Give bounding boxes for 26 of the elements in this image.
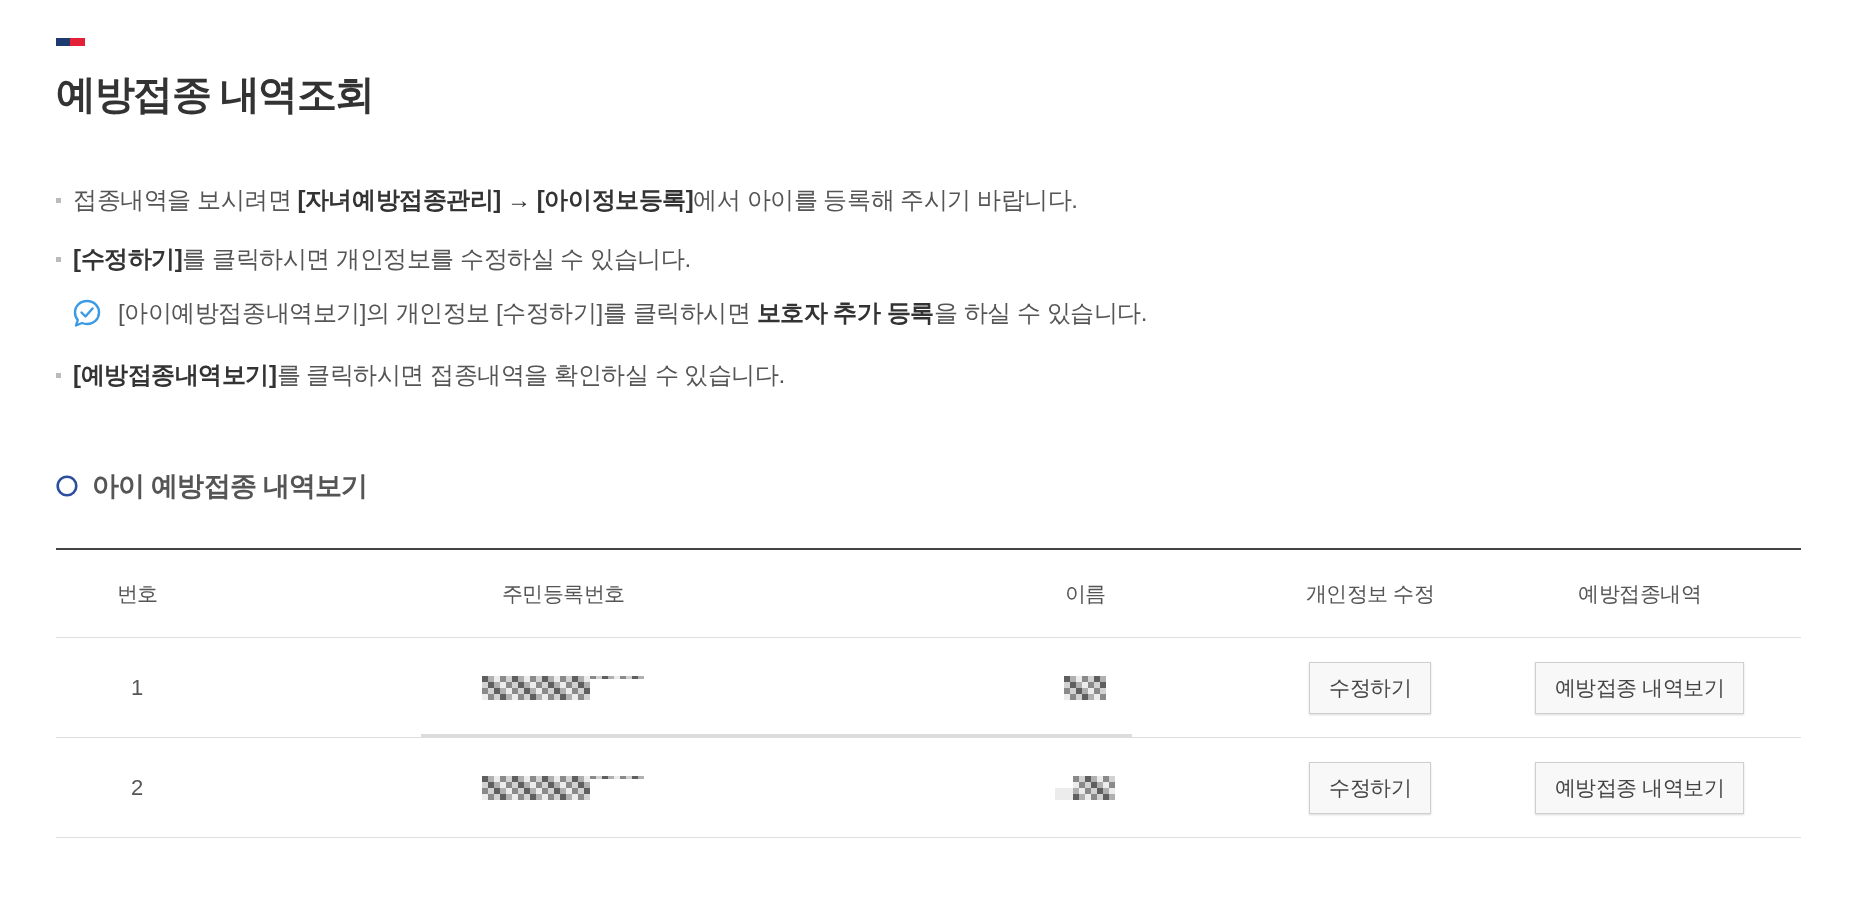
square-bullet-icon — [56, 256, 61, 262]
edit-button[interactable]: 수정하기 — [1309, 661, 1431, 714]
color-bar-icon — [56, 38, 85, 46]
square-bullet-icon — [56, 372, 61, 378]
row-number: 1 — [130, 674, 144, 701]
page-title: 예방접종 내역조회 — [56, 71, 374, 118]
notice-text: [아이예방접종내역보기]의 개인정보 [수정하기]를 클릭하시면 보호자 추가 등록을 하실 수 있습니다. — [118, 298, 1148, 328]
column-header: 번호 — [116, 580, 158, 607]
column-header: 이름 — [1064, 580, 1106, 607]
notice-text: [예방접종내역보기]를 클릭하시면 접종내역을 확인하실 수 있습니다. — [73, 360, 785, 390]
pixelated-name-drawing — [1055, 775, 1115, 800]
notice-text: [수정하기]를 클릭하시면 개인정보를 수정하실 수 있습니다. — [73, 244, 691, 274]
square-bullet-icon — [56, 197, 61, 203]
column-header: 주민등록번호 — [501, 580, 625, 607]
circle-icon — [56, 475, 78, 497]
history-button[interactable]: 예방접종 내역보기 — [1534, 661, 1745, 714]
pixelated-name-drawing — [1064, 675, 1106, 700]
column-header: 개인정보 수정 — [1305, 580, 1435, 607]
section-title: 아이 예방접종 내역보기 — [92, 470, 368, 503]
row-number: 2 — [130, 774, 144, 801]
edit-button[interactable]: 수정하기 — [1309, 761, 1431, 814]
chat-check-icon — [72, 298, 102, 328]
column-header: 예방접종내역 — [1578, 580, 1701, 607]
scrollbar[interactable] — [421, 734, 1132, 737]
history-button[interactable]: 예방접종 내역보기 — [1534, 761, 1745, 814]
notice-text: 접종내역을 보시려면 [자녀예방접종관리] → [아이정보등록]에서 아이를 등록해 주시기 바랍니다. — [73, 185, 1078, 215]
